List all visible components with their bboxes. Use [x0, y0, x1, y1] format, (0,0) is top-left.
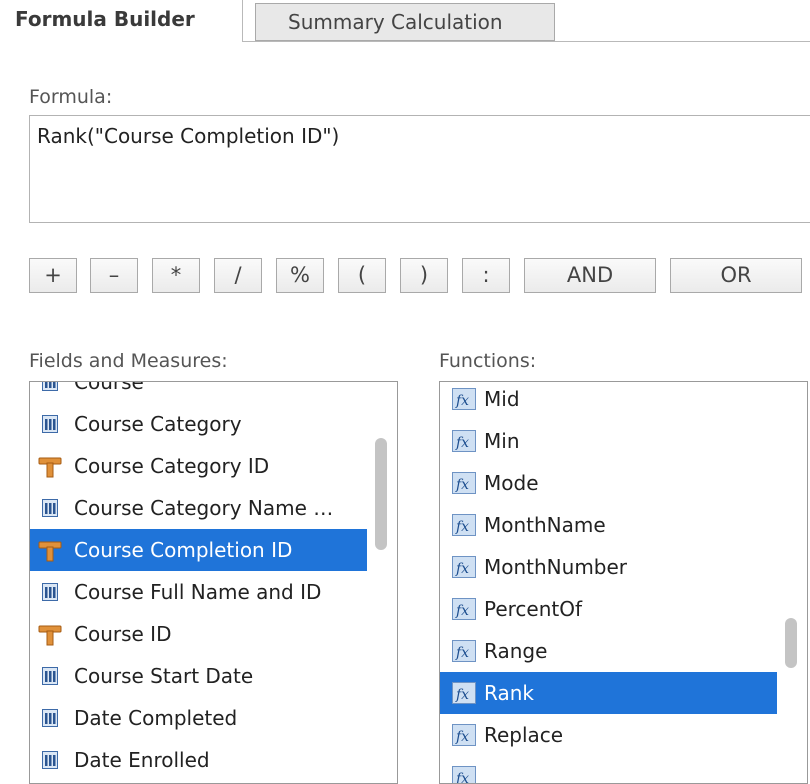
- fx-icon: fx: [452, 640, 476, 662]
- list-item[interactable]: fx MonthNumber: [440, 546, 777, 588]
- dimension-icon: [38, 625, 62, 646]
- colon-button[interactable]: :: [462, 258, 510, 293]
- list-item-selected[interactable]: Course Completion ID: [30, 529, 367, 571]
- fx-icon: fx: [452, 766, 476, 784]
- formula-input[interactable]: Rank("Course Completion ID"): [29, 115, 810, 223]
- measure-icon: [42, 667, 58, 685]
- minus-button[interactable]: –: [90, 258, 138, 293]
- fx-icon: fx: [452, 724, 476, 746]
- svg-text:fx: fx: [455, 603, 469, 619]
- measure-icon: [42, 583, 58, 601]
- plus-button[interactable]: +: [29, 258, 77, 293]
- percent-button[interactable]: %: [276, 258, 324, 293]
- list-item[interactable]: Date Completed: [30, 697, 367, 739]
- and-button[interactable]: AND: [524, 258, 656, 293]
- svg-text:fx: fx: [455, 435, 469, 451]
- list-item[interactable]: fx: [440, 756, 777, 784]
- list-item[interactable]: fx Min: [440, 420, 777, 462]
- tab-summary-calculation-label: Summary Calculation: [288, 10, 503, 34]
- svg-text:fx: fx: [455, 645, 469, 661]
- measure-icon: [42, 382, 58, 391]
- list-item[interactable]: Course Category: [30, 403, 367, 445]
- measure-icon: [42, 415, 58, 433]
- tab-bar: Formula Builder Summary Calculation: [0, 0, 810, 42]
- list-item[interactable]: Course Full Name and ID: [30, 571, 367, 613]
- fx-icon: fx: [452, 556, 476, 578]
- svg-text:fx: fx: [455, 687, 469, 703]
- dimension-icon: [38, 541, 62, 562]
- tab-formula-builder-label: Formula Builder: [15, 7, 195, 31]
- list-item[interactable]: Course: [30, 382, 367, 403]
- svg-text:fx: fx: [455, 729, 469, 745]
- list-item[interactable]: Course Start Date: [30, 655, 367, 697]
- list-item[interactable]: Date Enrolled: [30, 739, 367, 781]
- measure-icon: [42, 751, 58, 769]
- list-item[interactable]: fx PercentOf: [440, 588, 777, 630]
- fx-icon: fx: [452, 514, 476, 536]
- fx-icon: fx: [452, 682, 476, 704]
- fields-list[interactable]: Course Course Category Course Category I…: [29, 381, 398, 784]
- multiply-button[interactable]: *: [152, 258, 200, 293]
- list-item[interactable]: Course ID: [30, 613, 367, 655]
- tab-divider: [243, 41, 810, 42]
- fields-label: Fields and Measures:: [29, 350, 228, 372]
- functions-list[interactable]: fx Mid fx Min fx Mode fx MonthName fx Mo…: [439, 381, 808, 784]
- functions-label: Functions:: [439, 350, 537, 372]
- list-item[interactable]: fx Mid: [440, 382, 777, 420]
- svg-text:fx: fx: [455, 519, 469, 535]
- list-item[interactable]: Course Category Name …: [30, 487, 367, 529]
- list-item[interactable]: fx Replace: [440, 714, 777, 756]
- list-item[interactable]: fx MonthName: [440, 504, 777, 546]
- dimension-icon: [38, 457, 62, 478]
- fx-icon: fx: [452, 598, 476, 620]
- svg-text:fx: fx: [455, 477, 469, 493]
- fx-icon: fx: [452, 430, 476, 452]
- measure-icon: [42, 499, 58, 517]
- svg-text:fx: fx: [455, 771, 469, 784]
- divide-button[interactable]: /: [214, 258, 262, 293]
- close-paren-button[interactable]: ): [400, 258, 448, 293]
- functions-scrollbar[interactable]: [785, 618, 797, 668]
- list-item[interactable]: fx Range: [440, 630, 777, 672]
- tab-formula-builder[interactable]: Formula Builder: [0, 0, 243, 42]
- list-item[interactable]: fx Mode: [440, 462, 777, 504]
- svg-text:fx: fx: [455, 393, 469, 409]
- formula-text: Rank("Course Completion ID"): [37, 124, 340, 148]
- formula-label: Formula:: [29, 86, 113, 108]
- measure-icon: [42, 709, 58, 727]
- tab-summary-calculation[interactable]: Summary Calculation: [255, 3, 555, 41]
- or-button[interactable]: OR: [670, 258, 802, 293]
- fields-scrollbar[interactable]: [375, 438, 387, 550]
- fx-icon: fx: [452, 472, 476, 494]
- list-item[interactable]: Course Category ID: [30, 445, 367, 487]
- open-paren-button[interactable]: (: [338, 258, 386, 293]
- svg-text:fx: fx: [455, 561, 469, 577]
- fx-icon: fx: [452, 388, 476, 410]
- list-item-selected[interactable]: fx Rank: [440, 672, 777, 714]
